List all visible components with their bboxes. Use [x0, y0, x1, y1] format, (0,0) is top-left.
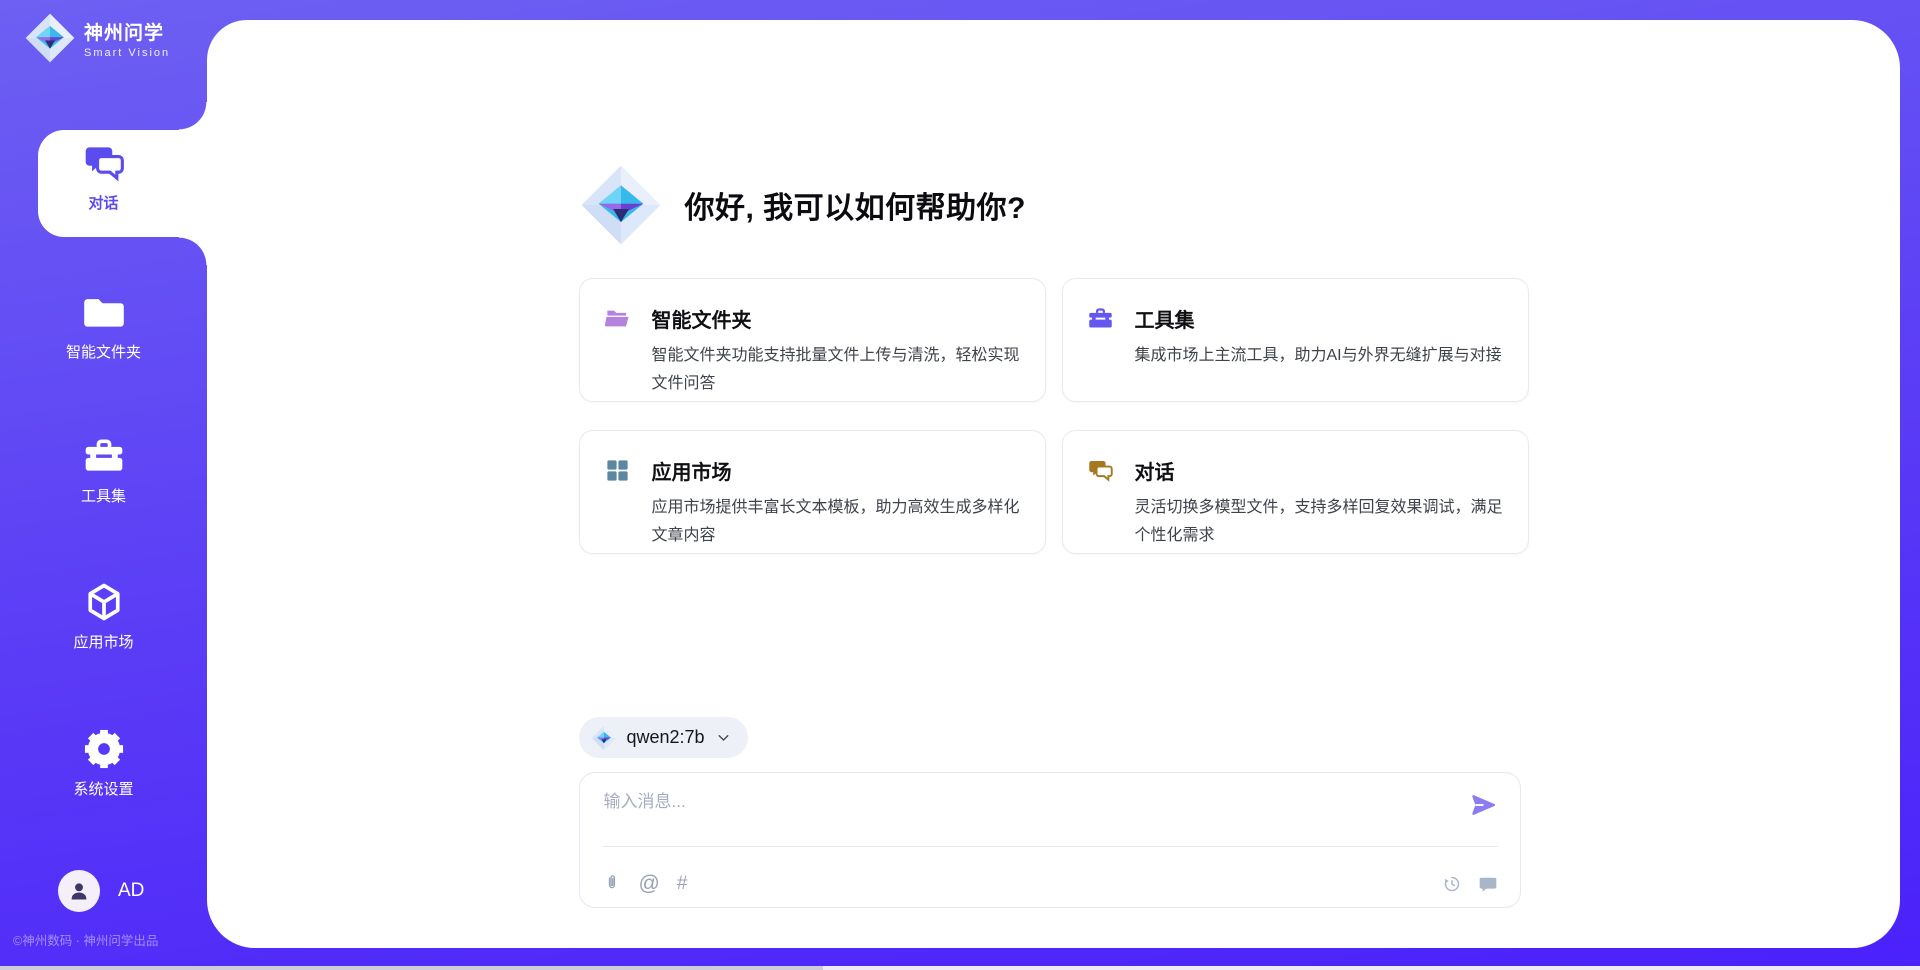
card-title: 对话: [1135, 456, 1175, 485]
card-smart-folder[interactable]: 智能文件夹 智能文件夹功能支持批量文件上传与清洗，轻松实现文件问答: [579, 278, 1046, 402]
assistant-gem-icon: [579, 163, 663, 247]
brand-name: 神州问学: [84, 18, 170, 45]
model-selector[interactable]: qwen2:7b: [579, 717, 748, 758]
brand-subtitle: Smart Vision: [84, 47, 170, 59]
card-title: 智能文件夹: [652, 304, 752, 333]
folder-icon: [82, 290, 126, 334]
card-description: 应用市场提供丰富长文本模板，助力高效生成多样化文章内容: [652, 494, 1021, 550]
sidebar-item-toolset[interactable]: 工具集: [0, 434, 207, 506]
sidebar-item-label: 智能文件夹: [0, 341, 207, 362]
new-chat-button[interactable]: [1478, 874, 1498, 894]
message-composer: @ #: [579, 772, 1521, 908]
card-title: 工具集: [1135, 304, 1195, 333]
chevron-down-icon: [715, 729, 732, 746]
person-icon: [66, 878, 92, 904]
card-description: 集成市场上主流工具，助力AI与外界无缝扩展与对接: [1135, 342, 1504, 370]
card-toolset[interactable]: 工具集 集成市场上主流工具，助力AI与外界无缝扩展与对接: [1062, 278, 1529, 402]
sidebar: 神州问学 Smart Vision 对话 智能文件夹 工具集: [0, 0, 207, 970]
topic-button[interactable]: #: [677, 874, 688, 894]
card-description: 智能文件夹功能支持批量文件上传与清洗，轻松实现文件问答: [652, 342, 1021, 398]
sidebar-item-app-market[interactable]: 应用市场: [0, 580, 207, 652]
mention-button[interactable]: @: [639, 874, 660, 894]
history-icon: [1442, 874, 1462, 894]
active-tab-fillet-bottom: [179, 237, 207, 265]
attach-file-button[interactable]: [602, 874, 622, 894]
horizontal-scrollbar-thumb[interactable]: [0, 966, 823, 970]
brand-logo: 神州问学 Smart Vision: [24, 12, 170, 64]
user-name: AD: [118, 880, 144, 902]
greeting: 你好, 我可以如何帮助你?: [579, 163, 1027, 247]
sidebar-item-chat[interactable]: 对话: [0, 141, 207, 213]
sidebar-item-label: 系统设置: [0, 778, 207, 799]
send-icon: [1470, 791, 1498, 819]
composer-divider: [602, 846, 1498, 847]
greeting-title: 你好, 我可以如何帮助你?: [685, 183, 1027, 227]
brand-gem-icon: [24, 12, 76, 64]
cube-icon: [82, 580, 126, 624]
card-chat[interactable]: 对话 灵活切换多模型文件，支持多样回复效果调试，满足个性化需求: [1062, 430, 1529, 554]
user-account[interactable]: AD: [58, 870, 144, 912]
toolbox-icon: [1087, 305, 1114, 332]
sidebar-item-label: 应用市场: [0, 631, 207, 652]
avatar: [58, 870, 100, 912]
toolbox-icon: [82, 434, 126, 478]
history-button[interactable]: [1442, 874, 1462, 894]
card-description: 灵活切换多模型文件，支持多样回复效果调试，满足个性化需求: [1135, 494, 1504, 550]
model-selector-label: qwen2:7b: [627, 727, 705, 748]
paperclip-icon: [602, 874, 622, 894]
chat-icon: [82, 141, 126, 185]
sidebar-item-label: 对话: [0, 192, 207, 213]
sidebar-item-settings[interactable]: 系统设置: [0, 727, 207, 799]
model-gem-icon: [591, 725, 617, 751]
feature-cards: 智能文件夹 智能文件夹功能支持批量文件上传与清洗，轻松实现文件问答 工具集 集成…: [579, 278, 1529, 554]
message-input[interactable]: [604, 787, 1450, 831]
main-panel: 你好, 我可以如何帮助你? 智能文件夹 智能文件夹功能支持批量文件上传与清洗，轻…: [207, 20, 1900, 948]
gear-icon: [82, 727, 126, 771]
grid-icon: [604, 457, 631, 484]
card-title: 应用市场: [652, 456, 732, 485]
folder-icon: [604, 305, 631, 332]
horizontal-scrollbar[interactable]: [0, 966, 1920, 970]
copyright-text: ©神州数码 · 神州问学出品: [13, 930, 158, 949]
card-app-market[interactable]: 应用市场 应用市场提供丰富长文本模板，助力高效生成多样化文章内容: [579, 430, 1046, 554]
chat-bubble-icon: [1478, 874, 1498, 894]
chat-icon: [1087, 457, 1114, 484]
active-tab-fillet-top: [179, 102, 207, 130]
sidebar-item-label: 工具集: [0, 485, 207, 506]
sidebar-item-smart-folder[interactable]: 智能文件夹: [0, 290, 207, 362]
send-button[interactable]: [1470, 791, 1498, 819]
